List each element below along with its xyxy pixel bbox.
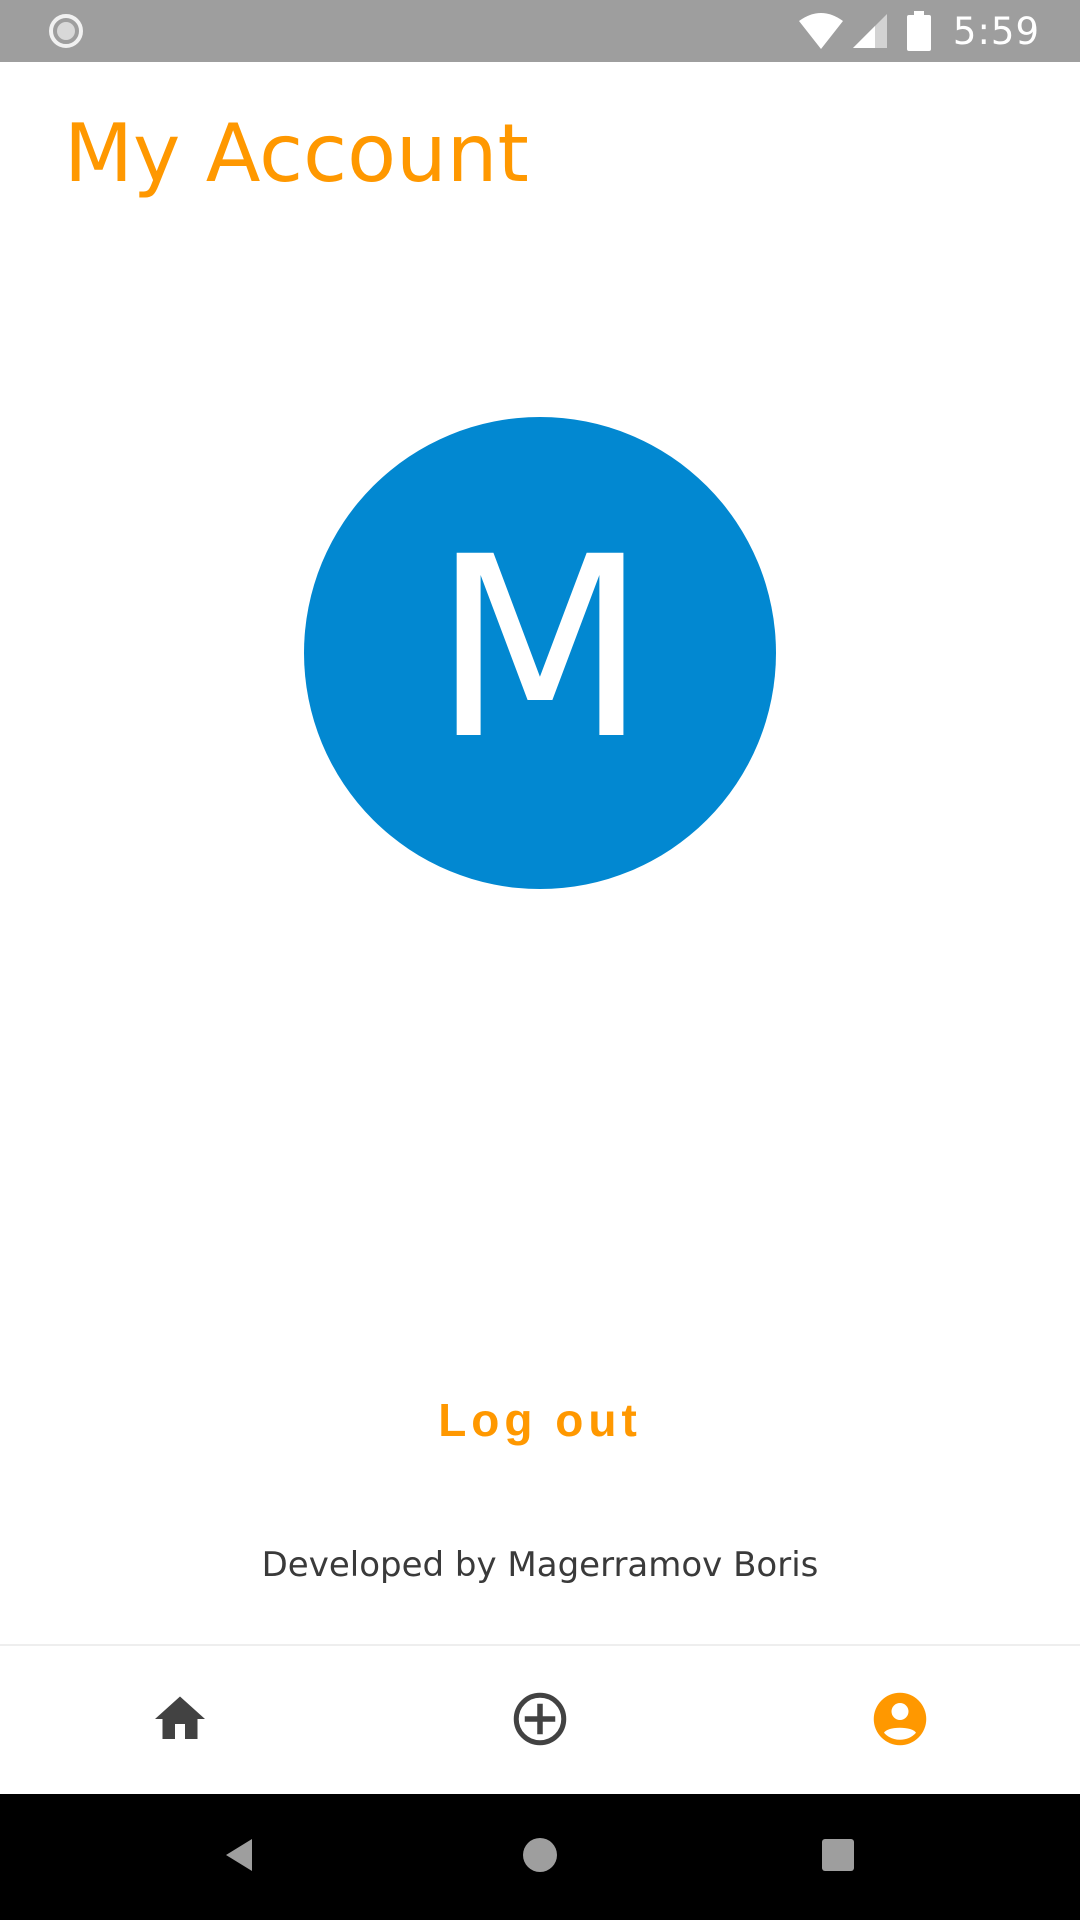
loading-icon (48, 13, 84, 49)
system-navigation-bar (0, 1794, 1080, 1920)
nav-item-account[interactable] (720, 1646, 1080, 1796)
home-icon (150, 1689, 210, 1754)
bottom-navigation (0, 1644, 1080, 1796)
nav-item-add[interactable] (360, 1646, 720, 1796)
status-bar: 5:59 (0, 0, 1080, 62)
home-button[interactable] (510, 1827, 570, 1887)
avatar-initial: M (432, 503, 648, 794)
home-circle-icon (520, 1835, 560, 1880)
back-icon (220, 1835, 260, 1880)
status-time: 5:59 (952, 9, 1040, 53)
wifi-icon (797, 11, 845, 51)
recents-icon (818, 1835, 858, 1880)
add-circle-icon (510, 1689, 570, 1754)
logout-button[interactable]: Log out (340, 1380, 740, 1460)
back-button[interactable] (210, 1827, 270, 1887)
signal-icon (851, 12, 889, 50)
account-circle-icon (870, 1689, 930, 1754)
page-title: My Account (64, 107, 529, 200)
avatar: M (304, 417, 776, 889)
battery-icon (906, 11, 931, 51)
nav-item-home[interactable] (0, 1646, 360, 1796)
developer-credit: Developed by Magerramov Boris (261, 1545, 819, 1585)
account-screen: 5:59 My Account M Log out Developed by M… (0, 0, 1080, 1920)
recents-button[interactable] (808, 1827, 868, 1887)
status-icons: 5:59 (797, 0, 1040, 62)
